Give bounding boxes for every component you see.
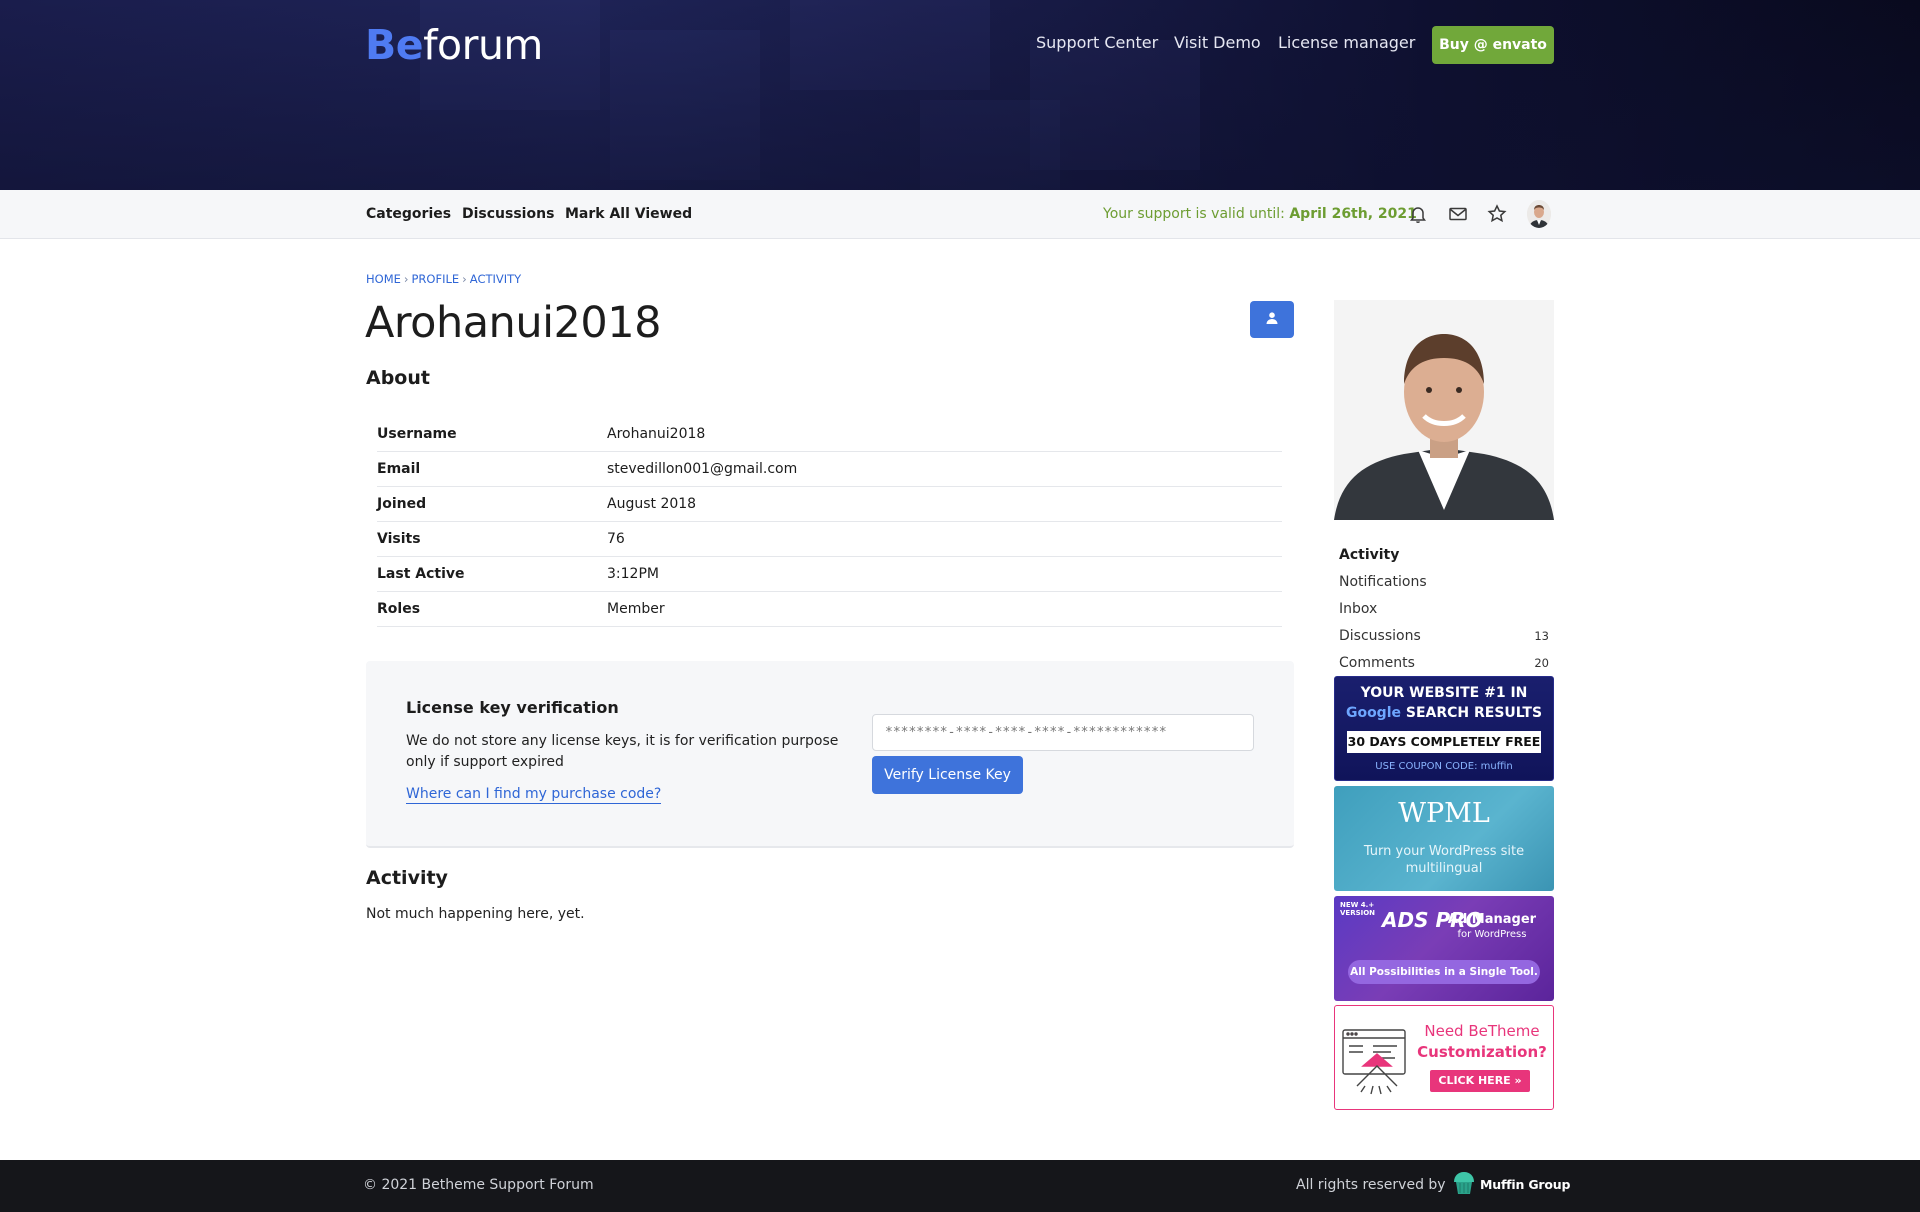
ad3-sub: for WordPress [1457, 929, 1527, 940]
profile-options-button[interactable] [1250, 301, 1294, 338]
menu-item-inbox[interactable]: Inbox [1339, 597, 1549, 624]
ad2-tagline: Turn your WordPress site multilingual [1363, 844, 1525, 876]
logo-be: Be [365, 21, 424, 69]
profile-photo [1334, 300, 1554, 520]
ad1-line1: YOUR WEBSITE #1 IN [1360, 685, 1528, 701]
nav-support-center[interactable]: Support Center [1036, 33, 1158, 52]
user-avatar[interactable] [1527, 200, 1551, 228]
nav-visit-demo[interactable]: Visit Demo [1174, 33, 1261, 52]
field-label: Visits [377, 531, 421, 547]
user-icon [1265, 310, 1279, 329]
ad3-title: Ad Manager [1447, 912, 1537, 927]
field-label: Last Active [377, 566, 465, 582]
muffin-icon [1452, 1170, 1476, 1199]
field-value: Member [607, 601, 665, 617]
ad-ads-pro-banner[interactable]: NEW 4.+ VERSION ADS PRO Ad Manager for W… [1334, 896, 1554, 1001]
ad1-google: Google [1345, 705, 1401, 721]
ad4-line1: Need BeTheme [1424, 1022, 1540, 1040]
ad2-brand: WPML [1398, 798, 1490, 829]
menu-label: Comments [1339, 655, 1415, 671]
field-label: Joined [377, 496, 427, 512]
ad3-pill: All Possibilities in a Single Tool. [1348, 960, 1540, 984]
breadcrumb-profile[interactable]: PROFILE [412, 272, 460, 286]
breadcrumb-separator: › [462, 272, 467, 286]
license-description: We do not store any license keys, it is … [406, 733, 839, 770]
menu-count: 13 [1534, 629, 1549, 643]
about-row-joined: Joined August 2018 [377, 487, 1282, 522]
menu-item-comments[interactable]: Comments 20 [1339, 651, 1549, 678]
breadcrumb: HOME › PROFILE › ACTIVITY [366, 272, 521, 286]
breadcrumb-separator: › [403, 272, 409, 286]
purchase-code-help-link[interactable]: Where can I find my purchase code? [406, 786, 662, 804]
ad4-cta: CLICK HERE » [1430, 1070, 1530, 1092]
license-verification-panel: License key verification We do not store… [366, 661, 1294, 848]
menu-item-notifications[interactable]: Notifications [1339, 570, 1549, 597]
profile-menu: Activity Notifications Inbox Discussions… [1339, 543, 1549, 678]
subnav-categories[interactable]: Categories [366, 206, 451, 222]
footer-rights: All rights reserved by [1296, 1177, 1446, 1193]
menu-label: Discussions [1339, 628, 1421, 644]
hero-overlay [0, 0, 1920, 190]
about-row-email: Email stevedillon001@gmail.com [377, 452, 1282, 487]
star-icon[interactable] [1486, 203, 1508, 225]
buy-envato-button[interactable]: Buy @ envato [1432, 26, 1554, 64]
subnav-discussions[interactable]: Discussions [462, 206, 554, 222]
verify-license-button[interactable]: Verify License Key [872, 756, 1023, 794]
about-row-last-active: Last Active 3:12PM [377, 557, 1282, 592]
field-value: August 2018 [607, 496, 697, 512]
page-title: Arohanui2018 [365, 298, 661, 348]
ad-seo-banner[interactable]: YOUR WEBSITE #1 IN Google SEARCH RESULTS… [1334, 676, 1554, 781]
footer-copyright: © 2021 Betheme Support Forum [363, 1177, 594, 1193]
ad1-search: SEARCH RESULTS [1405, 705, 1543, 721]
ad-wpml-banner[interactable]: WPML Turn your WordPress site multilingu… [1334, 786, 1554, 891]
menu-label: Inbox [1339, 601, 1378, 617]
menu-item-activity[interactable]: Activity [1339, 543, 1549, 570]
field-value: stevedillon001@gmail.com [607, 461, 798, 477]
support-date: April 26th, 2021 [1289, 206, 1417, 222]
sub-nav: Categories Discussions Mark All Viewed Y… [0, 190, 1920, 239]
field-label: Email [377, 461, 421, 477]
about-table: Username Arohanui2018 Email stevedillon001… [377, 417, 1282, 627]
breadcrumb-home[interactable]: HOME [366, 272, 401, 286]
ad1-line2: Google SEARCH RESULTS [1335, 705, 1553, 721]
ad1-line3: 30 DAYS COMPLETELY FREE [1347, 731, 1541, 753]
browser-illustration-icon [1341, 1026, 1411, 1102]
hero-header: Beforum Support Center Visit Demo Licens… [0, 0, 1920, 190]
about-row-username: Username Arohanui2018 [377, 417, 1282, 452]
about-row-visits: Visits 76 [377, 522, 1282, 557]
ad1-line4: USE COUPON CODE: muffin [1375, 761, 1513, 772]
menu-label: Notifications [1339, 574, 1427, 590]
license-key-input[interactable] [872, 714, 1254, 751]
ad-customization-banner[interactable]: Need BeTheme Customization? CLICK HERE » [1334, 1005, 1554, 1110]
menu-item-discussions[interactable]: Discussions 13 [1339, 624, 1549, 651]
muffin-group-logo[interactable]: Muffin Group [1448, 1170, 1570, 1199]
activity-heading: Activity [366, 867, 448, 889]
support-status: Your support is valid until: April 26th,… [1103, 206, 1417, 222]
field-value: Arohanui2018 [607, 426, 706, 442]
ad4-line2: Customization? [1417, 1043, 1547, 1061]
license-heading: License key verification [406, 698, 619, 717]
footer: © 2021 Betheme Support Forum All rights … [0, 1160, 1920, 1212]
about-row-roles: Roles Member [377, 592, 1282, 627]
logo-forum: forum [423, 21, 543, 69]
subnav-mark-all-viewed[interactable]: Mark All Viewed [565, 206, 692, 222]
field-value: 3:12PM [607, 566, 659, 582]
mail-icon[interactable] [1447, 203, 1469, 225]
nav-license-manager[interactable]: License manager [1278, 33, 1415, 52]
site-logo[interactable]: Beforum [365, 20, 543, 70]
bell-icon[interactable] [1407, 203, 1429, 225]
support-prefix: Your support is valid until: [1103, 206, 1290, 222]
about-heading: About [366, 367, 430, 389]
breadcrumb-activity[interactable]: ACTIVITY [470, 272, 521, 286]
menu-count: 20 [1534, 656, 1549, 670]
menu-label: Activity [1339, 547, 1400, 563]
field-label: Roles [377, 601, 421, 617]
field-label: Username [377, 426, 457, 442]
field-value: 76 [607, 531, 625, 547]
activity-empty-text: Not much happening here, yet. [366, 906, 585, 922]
muffin-group-text: Muffin Group [1480, 1177, 1571, 1192]
